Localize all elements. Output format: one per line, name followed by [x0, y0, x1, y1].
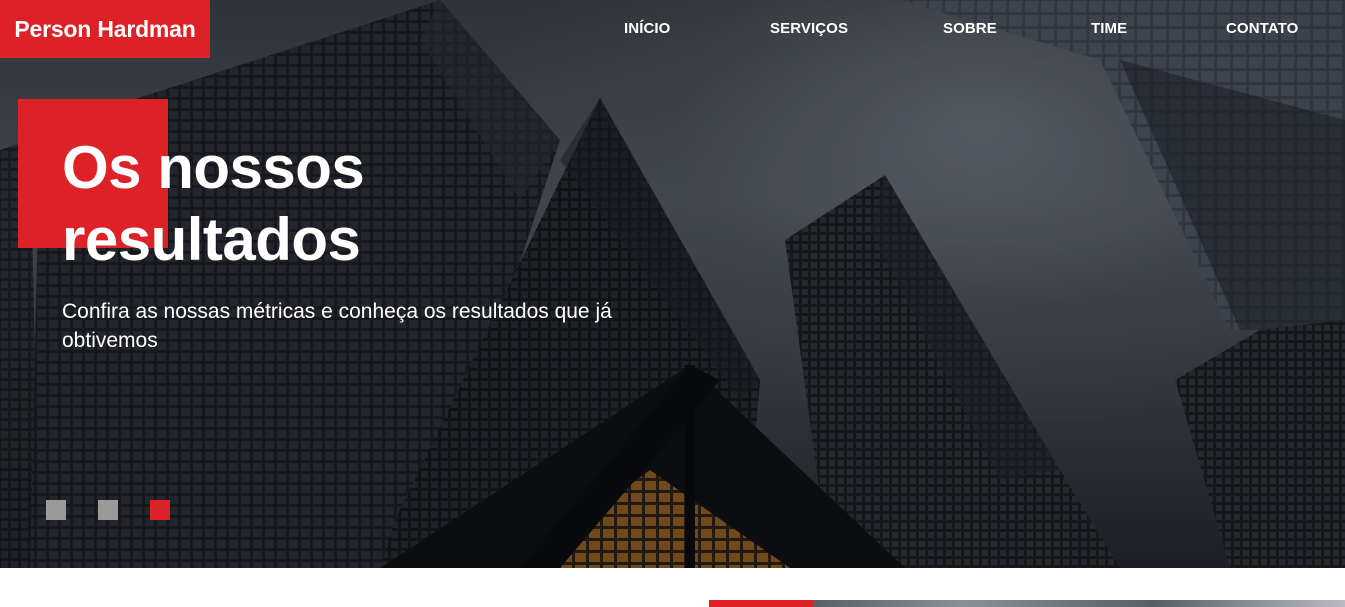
- next-section-accent: [709, 600, 813, 607]
- carousel-indicator-2[interactable]: [98, 500, 118, 520]
- hero-title: Os nossos resultados: [62, 134, 365, 273]
- nav-item-time[interactable]: TIME: [1091, 18, 1127, 40]
- nav-item-inicio[interactable]: INÍCIO: [624, 18, 670, 40]
- hero-background-image: [0, 0, 1345, 568]
- nav-item-contato[interactable]: CONTATO: [1226, 18, 1298, 40]
- hero-subtitle: Confira as nossas métricas e conheça os …: [62, 300, 612, 352]
- nav-item-servicos[interactable]: SERVIÇOS: [770, 18, 848, 40]
- carousel-indicator-1[interactable]: [46, 500, 66, 520]
- nav-item-sobre[interactable]: SOBRE: [943, 18, 997, 40]
- main-navigation: INÍCIO SERVIÇOS SOBRE TIME CONTATO: [0, 18, 1345, 40]
- carousel-indicators: [46, 500, 176, 520]
- carousel-indicator-3-active[interactable]: [150, 500, 170, 520]
- hero-section: Person Hardman INÍCIO SERVIÇOS SOBRE TIM…: [0, 0, 1345, 568]
